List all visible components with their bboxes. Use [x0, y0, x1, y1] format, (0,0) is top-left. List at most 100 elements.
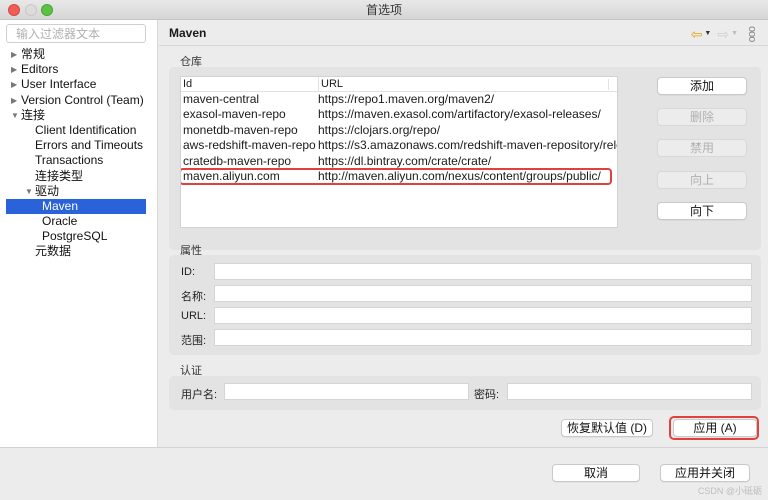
name-field[interactable]: [214, 285, 752, 302]
cell-url: https://repo1.maven.org/maven2/: [318, 92, 495, 106]
tree-item-metadata[interactable]: 元数据: [0, 244, 158, 259]
cell-url: https://clojars.org/repo/: [318, 122, 441, 137]
tree-item-maven[interactable]: Maven: [6, 198, 146, 215]
cell-id: cratedb-maven-repo: [183, 153, 292, 168]
password-field[interactable]: [507, 383, 752, 400]
tree-item-label: 元数据: [35, 244, 72, 259]
tree-item-client-identification[interactable]: Client Identification: [0, 123, 158, 138]
tree-item-label: 连接类型: [35, 168, 84, 183]
delete-button: 删除: [657, 108, 747, 126]
tree-item-oracle[interactable]: Oracle: [0, 214, 158, 229]
back-dropdown-icon[interactable]: ▼: [704, 30, 711, 37]
move-down-button[interactable]: 向下: [657, 202, 747, 220]
repository-group: Id URL maven-central https://repo1.maven.…: [169, 67, 761, 250]
expand-arrow-icon[interactable]: ▶: [11, 77, 21, 92]
table-row[interactable]: aws-redshift-maven-repo https://s3.amazon…: [181, 138, 617, 153]
repository-table[interactable]: Id URL maven-central https://repo1.maven.…: [180, 76, 618, 228]
window-titlebar: 首选项: [0, 0, 768, 20]
page-title: Maven: [169, 26, 207, 40]
arrow-right-icon: ⇨: [717, 25, 730, 42]
cell-url: https://dl.bintray.com/crate/crate/: [318, 153, 492, 168]
window-title: 首选项: [365, 3, 402, 17]
filter-input[interactable]: [6, 24, 146, 43]
tree-item-transactions[interactable]: Transactions: [0, 153, 158, 168]
cell-id: maven-central: [183, 92, 260, 106]
cell-url: https://maven.exasol.com/artifactory/exa…: [318, 107, 601, 122]
tree-item-label: PostgreSQL: [42, 229, 108, 244]
apply-and-close-button[interactable]: 应用并关闭: [660, 464, 750, 482]
column-header-url[interactable]: URL: [318, 77, 343, 92]
scope-label: 范围:: [181, 335, 207, 347]
table-header: Id URL: [181, 77, 617, 92]
apply-button[interactable]: 应用 (A): [673, 419, 757, 437]
zoom-window-button[interactable]: [41, 4, 53, 16]
expand-arrow-icon[interactable]: ▶: [11, 93, 21, 108]
tree-item-label: Errors and Timeouts: [35, 138, 144, 153]
username-field[interactable]: [224, 383, 469, 400]
watermark: CSDN @小砥砺: [697, 486, 762, 496]
tree-item-label: 常规: [21, 47, 46, 61]
id-field[interactable]: [214, 263, 752, 280]
url-field[interactable]: [214, 307, 752, 324]
cell-url: https://s3.amazonaws.com/redshift-maven-…: [318, 138, 618, 153]
dialog-footer: 取消 应用并关闭 CSDN @小砥砺: [0, 447, 768, 500]
expand-arrow-icon[interactable]: ▶: [11, 62, 21, 77]
password-label: 密码:: [474, 389, 500, 401]
table-row[interactable]: cratedb-maven-repo https://dl.bintray.com…: [181, 154, 617, 169]
page-header: Maven ⇦ ▼ ⇨ ▼ ooo: [159, 20, 768, 46]
minimize-window-button[interactable]: [25, 4, 37, 16]
name-label: 名称:: [181, 291, 207, 303]
tree-item-label: Oracle: [42, 214, 78, 229]
tree-item-label: Version Control (Team): [21, 92, 144, 107]
table-row[interactable]: maven-central https://repo1.maven.org/mav…: [181, 92, 617, 107]
tree-item-connection[interactable]: ▼ 连接: [0, 108, 158, 123]
tree-item-label: Transactions: [35, 153, 104, 168]
preference-page: Maven ⇦ ▼ ⇨ ▼ ooo 仓库 Id URL maven-centra…: [159, 20, 768, 447]
move-up-button: 向上: [657, 171, 747, 189]
table-row[interactable]: exasol-maven-repo https://maven.exasol.co…: [181, 107, 617, 122]
cell-id: aws-redshift-maven-repo: [183, 138, 316, 153]
auth-group: 用户名: 密码:: [169, 376, 761, 410]
tree-item-user-interface[interactable]: ▶ User Interface: [0, 77, 158, 92]
expand-arrow-icon[interactable]: ▶: [11, 47, 21, 62]
restore-defaults-button[interactable]: 恢复默认值 (D): [561, 419, 653, 437]
column-divider: [608, 79, 609, 90]
disable-button: 禁用: [657, 139, 747, 157]
add-button[interactable]: 添加: [657, 77, 747, 95]
tree-item-label: User Interface: [21, 77, 97, 92]
tree-item-label: Maven: [42, 198, 79, 213]
tree-item-general[interactable]: ▶ 常规: [0, 47, 158, 62]
cell-id: exasol-maven-repo: [183, 107, 286, 122]
table-row-highlighted[interactable]: maven.aliyun.com http://maven.aliyun.com/…: [181, 167, 617, 185]
tree-item-label: 连接: [21, 107, 46, 122]
url-label: URL:: [181, 310, 207, 322]
tree-item-label: 驱动: [35, 183, 60, 198]
scope-field[interactable]: [214, 329, 752, 346]
cell-url: http://maven.aliyun.com/nexus/content/gr…: [318, 168, 601, 183]
forward-dropdown-icon: ▼: [731, 30, 738, 38]
preferences-tree: ▶ 常规 ▶ Editors ▶ User Interface ▶ Version Co…: [0, 47, 158, 260]
collapse-arrow-icon[interactable]: ▼: [25, 184, 35, 199]
tree-item-label: Editors: [21, 62, 59, 77]
id-label: ID:: [181, 266, 196, 278]
tree-item-drivers[interactable]: ▼ 驱动: [0, 184, 158, 199]
table-row[interactable]: monetdb-maven-repo https://clojars.org/re…: [181, 123, 617, 138]
collapse-arrow-icon[interactable]: ▼: [11, 108, 21, 123]
cell-id: monetdb-maven-repo: [183, 122, 298, 137]
tree-item-version-control[interactable]: ▶ Version Control (Team): [0, 93, 158, 108]
page-navigation: ⇦ ▼ ⇨ ▼ ooo: [691, 26, 758, 41]
tree-item-editors[interactable]: ▶ Editors: [0, 62, 158, 77]
cancel-button[interactable]: 取消: [552, 464, 640, 482]
tree-item-errors-timeouts[interactable]: Errors and Timeouts: [0, 138, 158, 153]
preferences-sidebar: ▶常规 ▶Editors ▶User Interface ▶Version Co…: [0, 20, 158, 447]
properties-group: ID: 名称: URL: 范围:: [169, 255, 761, 355]
close-window-button[interactable]: [8, 4, 20, 16]
cell-id: maven.aliyun.com: [183, 168, 280, 183]
tree-item-postgresql[interactable]: PostgreSQL: [0, 229, 158, 244]
tree-item-label: Client Identification: [35, 122, 137, 137]
view-menu-icon[interactable]: ooo: [746, 26, 758, 41]
tree-item-connection-types[interactable]: 连接类型: [0, 169, 158, 184]
column-header-id[interactable]: Id: [183, 77, 192, 92]
arrow-left-icon[interactable]: ⇦: [691, 27, 703, 41]
username-label: 用户名:: [181, 389, 218, 401]
